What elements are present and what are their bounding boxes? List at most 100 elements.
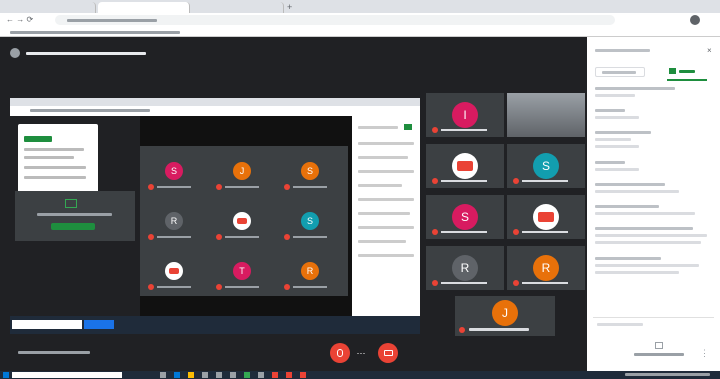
participant-name	[225, 286, 259, 288]
mic-muted-icon	[459, 327, 465, 333]
participant-name	[522, 180, 568, 182]
mic-muted-icon	[284, 284, 290, 290]
url-field[interactable]	[55, 15, 615, 25]
chat-input[interactable]	[593, 317, 714, 329]
profile-avatar[interactable]	[690, 15, 700, 25]
browser-tab-strip: +	[0, 0, 720, 13]
shared-chat-panel	[352, 116, 420, 316]
address-bar-row: ← → ⟳	[0, 13, 720, 27]
participant-video-tile	[507, 93, 585, 137]
participant-label	[513, 178, 568, 184]
participant-name	[293, 186, 327, 188]
start-icon[interactable]	[3, 372, 9, 378]
participant-name	[441, 180, 487, 182]
participant-name	[522, 282, 568, 284]
participant-tile: R	[426, 246, 504, 290]
participant-name	[225, 236, 259, 238]
chat-icon	[669, 68, 676, 74]
participant-tile: S	[507, 144, 585, 188]
participant-name	[441, 129, 487, 131]
participant-tile	[507, 195, 585, 239]
participant-label	[432, 127, 487, 133]
mic-muted-icon	[216, 184, 222, 190]
participant-avatar: J	[233, 162, 251, 180]
participant-avatar: T	[233, 262, 251, 280]
taskbar-search[interactable]	[12, 372, 122, 378]
present-screen-icon	[65, 199, 77, 208]
system-tray[interactable]	[625, 373, 710, 377]
logo-mark	[538, 212, 554, 222]
participant-label	[216, 284, 259, 290]
browser-tab[interactable]	[4, 2, 96, 13]
participant-label	[148, 234, 191, 240]
participant-label	[432, 178, 487, 184]
panel-title	[595, 49, 650, 52]
mic-off-icon	[337, 349, 343, 357]
logo-mark	[236, 217, 248, 225]
presenter-avatar	[10, 48, 20, 58]
mic-muted-icon	[284, 184, 290, 190]
mic-muted-icon	[513, 280, 519, 286]
taskbar-apps[interactable]	[160, 372, 340, 378]
browser-tab[interactable]	[192, 2, 284, 13]
shared-participant-tile: T	[210, 248, 274, 294]
present-now-icon	[655, 342, 663, 349]
browser-tab-active[interactable]	[98, 2, 190, 13]
participant-label	[432, 280, 487, 286]
self-avatar: J	[492, 300, 518, 326]
shared-participant-tile: S	[278, 198, 342, 244]
chat-tab-indicator	[667, 79, 707, 81]
mic-off-button[interactable]	[330, 343, 350, 363]
shared-participant-tile: R	[278, 248, 342, 294]
participant-label	[284, 234, 327, 240]
meeting-details[interactable]	[18, 351, 90, 354]
shared-dialog	[18, 124, 98, 194]
mic-muted-icon	[216, 284, 222, 290]
participant-label	[432, 229, 487, 235]
hangup-icon[interactable]: ⋯	[356, 348, 366, 358]
os-taskbar	[0, 371, 720, 379]
participant-label	[216, 184, 259, 190]
camera-off-button[interactable]	[378, 343, 398, 363]
participant-avatar: S	[533, 153, 559, 179]
participant-name	[293, 236, 327, 238]
participant-name	[441, 231, 487, 233]
participant-video	[507, 93, 585, 137]
mic-muted-icon	[284, 234, 290, 240]
participant-name	[157, 186, 191, 188]
present-now-button[interactable]	[630, 342, 688, 364]
participant-name	[157, 236, 191, 238]
participant-avatar: S	[452, 204, 478, 230]
shared-dialog-button	[24, 136, 52, 142]
participant-avatar: R	[301, 262, 319, 280]
close-icon[interactable]: ×	[707, 46, 712, 55]
participant-name	[293, 286, 327, 288]
presenter-text	[26, 51, 146, 55]
mic-muted-icon	[432, 127, 438, 133]
shared-browser-bar	[10, 98, 420, 106]
participant-label	[513, 229, 568, 235]
shared-left-panel	[10, 116, 140, 316]
bookmarks-bar	[0, 27, 720, 37]
shared-taskbar-app	[84, 320, 114, 329]
shared-participant-tile: S	[142, 148, 206, 194]
participant-tile: S	[426, 195, 504, 239]
mic-muted-icon	[148, 184, 154, 190]
mic-muted-icon	[148, 284, 154, 290]
chat-tab[interactable]	[669, 67, 699, 77]
participant-avatar: I	[452, 102, 478, 128]
nav-buttons[interactable]: ← → ⟳	[6, 16, 46, 24]
presenter-banner	[10, 46, 410, 60]
chat-message-list	[587, 85, 720, 335]
people-tab[interactable]	[595, 67, 645, 77]
participant-label	[148, 284, 191, 290]
participant-label	[148, 184, 191, 190]
participant-name	[522, 231, 568, 233]
shared-taskbar	[10, 316, 420, 334]
more-options-icon[interactable]: ⋮	[700, 348, 709, 359]
mic-muted-icon	[513, 229, 519, 235]
participant-avatar: R	[533, 255, 559, 281]
mic-muted-icon	[513, 178, 519, 184]
new-tab-icon[interactable]: +	[287, 3, 295, 12]
mic-muted-icon	[148, 234, 154, 240]
